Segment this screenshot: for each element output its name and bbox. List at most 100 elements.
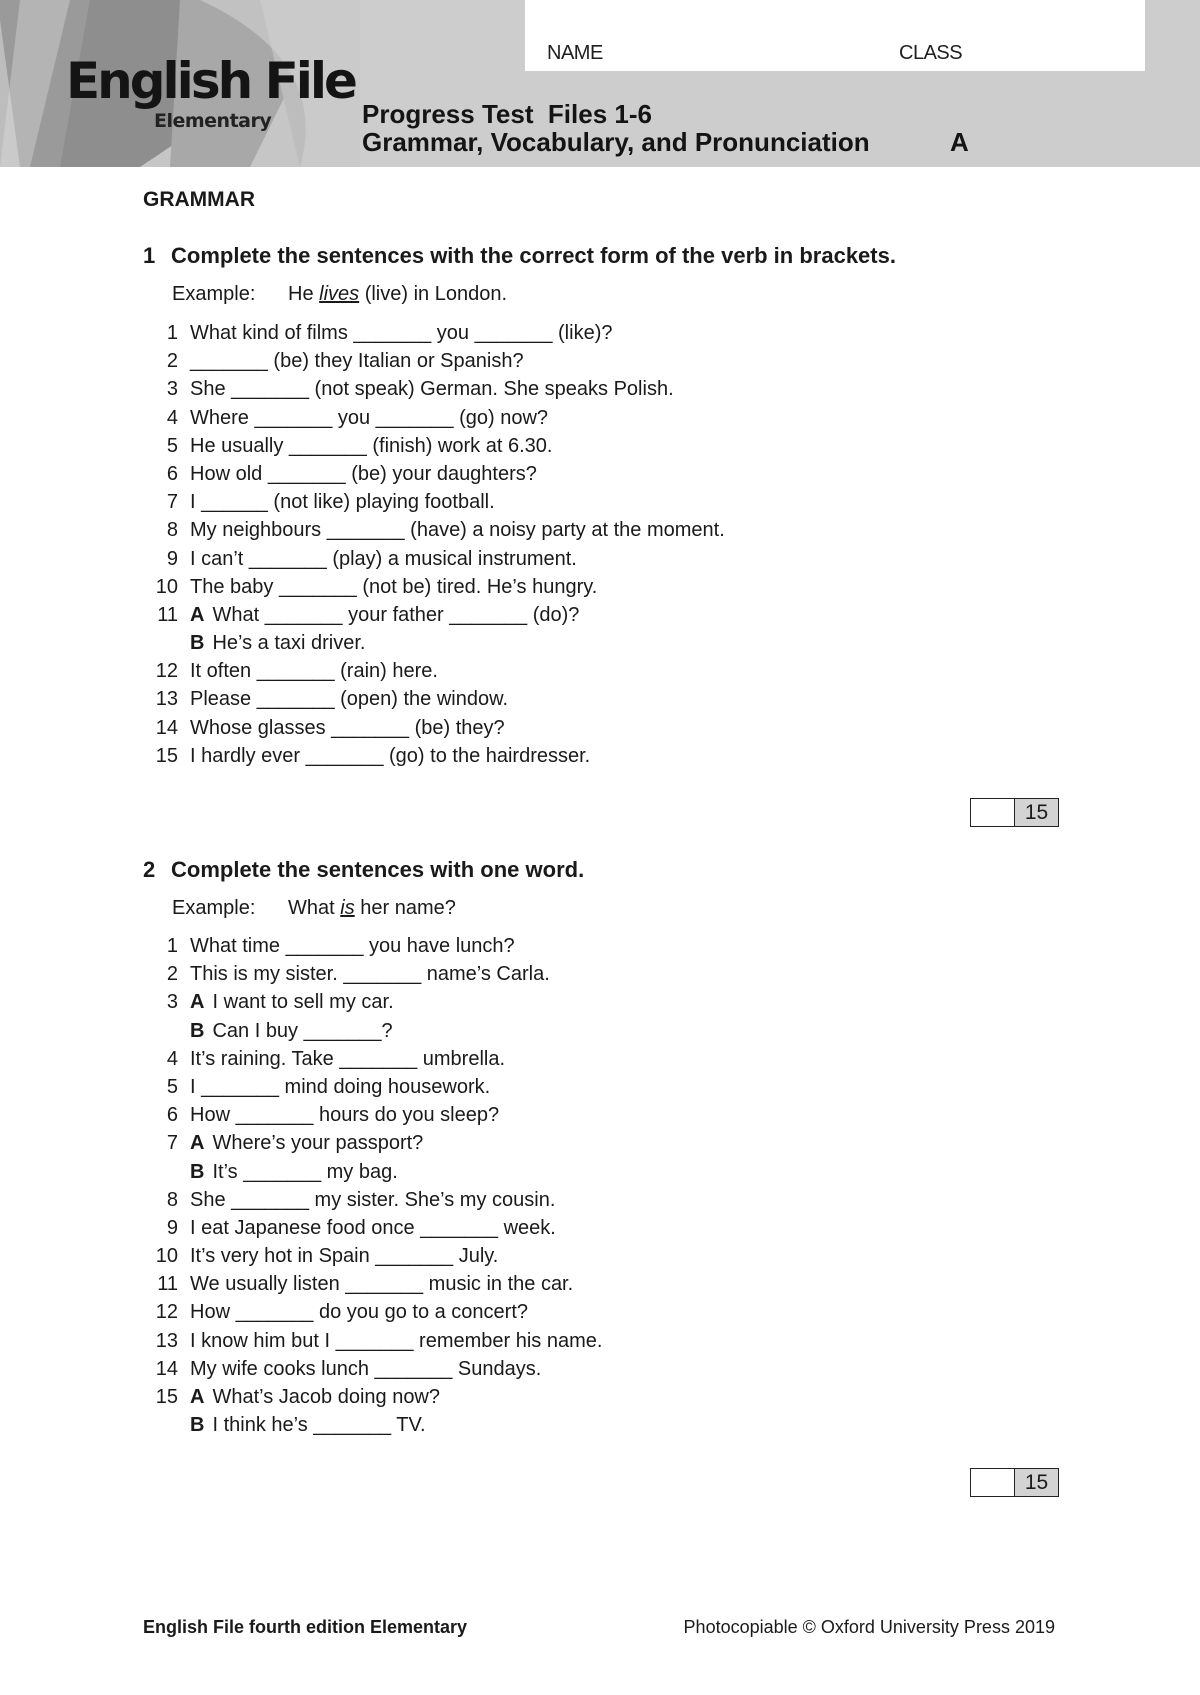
question-number: 14 (155, 716, 178, 739)
question-number: 2 (166, 963, 178, 986)
question-text[interactable]: Where _______ you _______ (go) now? (190, 407, 548, 429)
question-item: 2 This is my sister. _______ name’s Carla… (150, 960, 602, 988)
logo-subtitle: Elementary (154, 110, 272, 132)
question-item: 11 A What _______ your father _______ (do)… (150, 601, 725, 629)
example-label: Example: (172, 283, 256, 305)
example-answer: lives (319, 283, 360, 305)
question-text[interactable]: I hardly ever _______ (go) to the hairdr… (190, 745, 590, 767)
question-text[interactable]: How old _______ (be) your daughters? (190, 463, 537, 485)
question-item: 10 It’s very hot in Spain _______ July. (150, 1242, 602, 1270)
question-text[interactable]: I can’t _______ (play) a musical instrum… (190, 548, 577, 570)
question-item: 7 I ______ (not like) playing football. (150, 488, 725, 516)
question-text[interactable]: Please _______ (open) the window. (190, 688, 508, 710)
question-number: 15 (155, 744, 178, 767)
exercise-instruction: Complete the sentences with one word. (171, 857, 585, 882)
question-text[interactable]: I ______ (not like) playing football. (190, 491, 495, 513)
question-number: 14 (155, 1357, 178, 1380)
speaker-label: B (190, 1414, 205, 1437)
exercise-2-score-box: 15 (970, 1468, 1059, 1497)
question-item: 4 Where _______ you _______ (go) now? (150, 404, 725, 432)
question-item: 3A I want to sell my car. (150, 988, 602, 1016)
question-text[interactable]: He’s a taxi driver. (212, 632, 365, 654)
exercise-2-example: Example: What is her name? (172, 897, 456, 920)
section-title: GRAMMAR (143, 188, 255, 211)
question-text[interactable]: My neighbours _______ (have) a noisy par… (190, 519, 725, 541)
question-text[interactable]: It’s raining. Take _______ umbrella. (190, 1048, 505, 1070)
question-text[interactable]: I want to sell my car. (212, 991, 393, 1013)
question-text[interactable]: My wife cooks lunch _______ Sundays. (190, 1358, 541, 1380)
question-number: 15 (155, 1386, 178, 1408)
question-text[interactable]: I think he’s _______ TV. (212, 1414, 425, 1436)
exercise-2-title: 2 Complete the sentences with one word. (143, 857, 584, 883)
question-number: 13 (155, 1329, 178, 1352)
question-text[interactable]: What kind of films _______ you _______ (… (190, 322, 612, 344)
question-text[interactable]: Can I buy _______? (212, 1020, 392, 1042)
speaker-label: A (190, 1132, 205, 1155)
question-item: 1 What kind of films _______ you _______ … (150, 319, 725, 347)
question-item: 5 I _______ mind doing housework. (150, 1073, 602, 1101)
exercise-1-example: Example: He lives (live) in London. (172, 283, 507, 306)
question-item: 13 Please _______ (open) the window. (150, 685, 725, 713)
example-text: (live) in London. (359, 283, 508, 305)
score-input[interactable] (971, 799, 1015, 826)
header-band: English File Elementary NAME CLASS Progr… (0, 0, 1200, 167)
question-text[interactable]: What time _______ you have lunch? (190, 935, 515, 957)
exercise-2-list: 1 What time _______ you have lunch? 2 This … (150, 932, 603, 1439)
question-text[interactable]: He usually _______ (finish) work at 6.30… (190, 435, 552, 457)
question-text[interactable]: This is my sister. _______ name’s Carla. (190, 963, 550, 985)
question-text[interactable]: I know him but I _______ remember his na… (190, 1330, 602, 1352)
exercise-number: 1 (143, 243, 156, 268)
question-item: 14 My wife cooks lunch _______ Sundays. (150, 1355, 602, 1383)
question-text[interactable]: Whose glasses _______ (be) they? (190, 717, 505, 739)
logo-title: English File (66, 52, 358, 110)
question-text[interactable]: What’s Jacob doing now? (212, 1386, 440, 1408)
english-file-logo: English File Elementary (66, 52, 358, 132)
question-text[interactable]: What _______ your father _______ (do)? (212, 604, 579, 626)
question-item: 12 How _______ do you go to a concert? (150, 1298, 602, 1326)
question-item: 8 My neighbours _______ (have) a noisy pa… (150, 516, 725, 544)
question-text[interactable]: She _______ my sister. She’s my cousin. (190, 1189, 555, 1211)
name-field-label[interactable]: NAME (547, 42, 603, 65)
speaker-label: A (190, 603, 205, 626)
question-item: 10 The baby _______ (not be) tired. He’s … (150, 573, 725, 601)
example-text: her name? (354, 897, 456, 919)
question-number: 13 (155, 688, 178, 711)
question-item: 7 A Where’s your passport? (150, 1129, 602, 1157)
question-text[interactable]: The baby _______ (not be) tired. He’s hu… (190, 576, 597, 598)
question-item: 13 I know him but I _______ remember his … (150, 1327, 603, 1355)
question-number: 8 (166, 1188, 178, 1211)
question-number: 8 (166, 519, 178, 542)
class-field-label[interactable]: CLASS (899, 42, 963, 65)
test-title: Progress Test Files 1-6 (362, 99, 652, 129)
question-item: 6 How _______ hours do you sleep? (150, 1101, 602, 1129)
question-text[interactable]: It’s _______ my bag. (212, 1161, 397, 1183)
question-item: 14 Whose glasses _______ (be) they? (150, 714, 725, 742)
question-text[interactable]: How _______ hours do you sleep? (190, 1104, 499, 1126)
question-item: 8 She _______ my sister. She’s my cousin. (150, 1186, 602, 1214)
question-item: B He’s a taxi driver. (150, 629, 725, 657)
question-text[interactable]: Where’s your passport? (212, 1132, 423, 1154)
question-text[interactable]: It’s very hot in Spain _______ July. (190, 1245, 498, 1267)
question-number: 6 (166, 462, 178, 485)
question-text[interactable]: How _______ do you go to a concert? (190, 1301, 528, 1323)
question-text[interactable]: _______ (be) they Italian or Spanish? (190, 350, 524, 372)
question-text[interactable]: I eat Japanese food once _______ week. (190, 1217, 556, 1239)
question-text[interactable]: It often _______ (rain) here. (190, 660, 438, 682)
question-text[interactable]: I _______ mind doing housework. (190, 1076, 490, 1098)
question-number: 3 (166, 991, 178, 1014)
question-text[interactable]: We usually listen _______ music in the c… (190, 1273, 573, 1295)
question-number: 6 (166, 1104, 178, 1127)
score-input[interactable] (971, 1469, 1015, 1496)
speaker-label: A (190, 991, 205, 1014)
name-class-box: NAME CLASS (525, 0, 1145, 71)
question-item: 15 A What’s Jacob doing now? (150, 1383, 602, 1411)
test-subtitle: Grammar, Vocabulary, and Pronunciation (362, 127, 870, 157)
question-text[interactable]: She _______ (not speak) German. She spea… (190, 378, 674, 400)
example-text: What (288, 897, 341, 919)
example-text: He (288, 283, 320, 305)
question-number: 3 (166, 378, 178, 401)
question-number: 7 (166, 1132, 178, 1155)
question-number: 11 (157, 603, 178, 626)
question-item: B Can I buy _______? (150, 1017, 602, 1045)
question-number: 12 (155, 660, 178, 683)
